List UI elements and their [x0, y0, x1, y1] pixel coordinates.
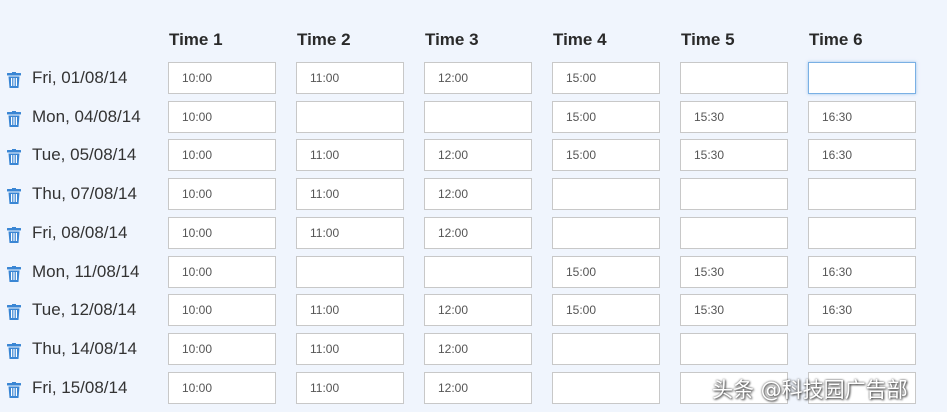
- column-header-time-5: Time 5: [681, 30, 735, 49]
- row-date-label: Mon, 11/08/14: [32, 262, 140, 281]
- table-row: Tue, 05/08/14: [0, 139, 947, 173]
- time-input-1[interactable]: [168, 178, 276, 210]
- time-input-5[interactable]: [680, 101, 788, 133]
- time-input-3[interactable]: [424, 294, 532, 326]
- table-row: Fri, 08/08/14: [0, 217, 947, 251]
- column-header-time-3: Time 3: [425, 30, 479, 49]
- time-input-2[interactable]: [296, 62, 404, 94]
- time-input-3[interactable]: [424, 333, 532, 365]
- table-row: Mon, 11/08/14: [0, 256, 947, 290]
- time-input-5[interactable]: [680, 178, 788, 210]
- time-input-5[interactable]: [680, 139, 788, 171]
- time-input-3[interactable]: [424, 372, 532, 404]
- table-row: Thu, 07/08/14: [0, 178, 947, 212]
- time-input-4[interactable]: [552, 178, 660, 210]
- time-input-3[interactable]: [424, 101, 532, 133]
- time-input-2[interactable]: [296, 294, 404, 326]
- table-row: Thu, 14/08/14: [0, 333, 947, 367]
- time-input-3[interactable]: [424, 256, 532, 288]
- row-date-label: Fri, 01/08/14: [32, 68, 128, 87]
- time-input-6[interactable]: [808, 62, 916, 94]
- time-input-6[interactable]: [808, 101, 916, 133]
- time-input-2[interactable]: [296, 372, 404, 404]
- trash-icon[interactable]: [7, 72, 21, 88]
- row-date-label: Tue, 05/08/14: [32, 145, 137, 164]
- time-input-6[interactable]: [808, 217, 916, 249]
- time-input-6[interactable]: [808, 139, 916, 171]
- trash-icon[interactable]: [7, 266, 21, 282]
- column-header-time-1: Time 1: [169, 30, 223, 49]
- watermark: 头条 @科技园广告部: [712, 378, 908, 402]
- table-row: Tue, 12/08/14: [0, 294, 947, 328]
- column-header-time-6: Time 6: [809, 30, 863, 49]
- time-input-2[interactable]: [296, 101, 404, 133]
- time-input-6[interactable]: [808, 333, 916, 365]
- time-input-1[interactable]: [168, 217, 276, 249]
- time-input-1[interactable]: [168, 62, 276, 94]
- column-header-time-4: Time 4: [553, 30, 607, 49]
- row-date-label: Thu, 14/08/14: [32, 339, 137, 358]
- time-input-1[interactable]: [168, 139, 276, 171]
- time-input-6[interactable]: [808, 294, 916, 326]
- time-input-4[interactable]: [552, 294, 660, 326]
- row-date-label: Thu, 07/08/14: [32, 184, 137, 203]
- time-input-1[interactable]: [168, 372, 276, 404]
- time-input-6[interactable]: [808, 256, 916, 288]
- trash-icon[interactable]: [7, 188, 21, 204]
- time-input-2[interactable]: [296, 178, 404, 210]
- trash-icon[interactable]: [7, 304, 21, 320]
- trash-icon[interactable]: [7, 149, 21, 165]
- trash-icon[interactable]: [7, 343, 21, 359]
- time-input-1[interactable]: [168, 294, 276, 326]
- time-input-6[interactable]: [808, 178, 916, 210]
- table-row: Mon, 04/08/14: [0, 101, 947, 135]
- time-input-4[interactable]: [552, 139, 660, 171]
- time-input-1[interactable]: [168, 256, 276, 288]
- time-input-2[interactable]: [296, 333, 404, 365]
- time-input-5[interactable]: [680, 217, 788, 249]
- time-input-4[interactable]: [552, 372, 660, 404]
- time-input-4[interactable]: [552, 101, 660, 133]
- trash-icon[interactable]: [7, 382, 21, 398]
- time-input-2[interactable]: [296, 139, 404, 171]
- row-date-label: Fri, 15/08/14: [32, 378, 128, 397]
- time-input-3[interactable]: [424, 178, 532, 210]
- row-date-label: Mon, 04/08/14: [32, 107, 141, 126]
- trash-icon[interactable]: [7, 111, 21, 127]
- trash-icon[interactable]: [7, 227, 21, 243]
- time-input-3[interactable]: [424, 217, 532, 249]
- time-input-2[interactable]: [296, 217, 404, 249]
- row-date-label: Fri, 08/08/14: [32, 223, 128, 242]
- time-input-5[interactable]: [680, 62, 788, 94]
- time-input-1[interactable]: [168, 101, 276, 133]
- time-input-2[interactable]: [296, 256, 404, 288]
- column-header-row: Time 1 Time 2 Time 3 Time 4 Time 5 Time …: [0, 30, 947, 54]
- time-input-5[interactable]: [680, 294, 788, 326]
- column-header-time-2: Time 2: [297, 30, 351, 49]
- time-input-4[interactable]: [552, 333, 660, 365]
- time-input-1[interactable]: [168, 333, 276, 365]
- time-input-5[interactable]: [680, 333, 788, 365]
- row-date-label: Tue, 12/08/14: [32, 300, 137, 319]
- table-row: Fri, 01/08/14: [0, 62, 947, 96]
- time-input-3[interactable]: [424, 62, 532, 94]
- time-input-3[interactable]: [424, 139, 532, 171]
- time-input-5[interactable]: [680, 256, 788, 288]
- time-input-4[interactable]: [552, 256, 660, 288]
- time-input-4[interactable]: [552, 217, 660, 249]
- time-input-4[interactable]: [552, 62, 660, 94]
